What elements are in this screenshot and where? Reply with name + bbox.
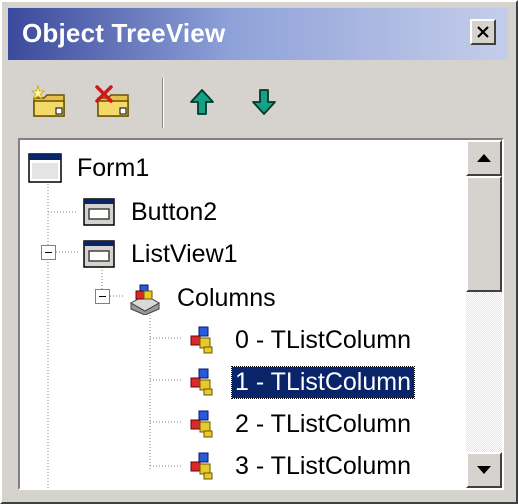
list-column-icon (190, 410, 213, 438)
scroll-up-button[interactable] (466, 140, 502, 176)
tree-node-label: ListView1 (131, 239, 238, 268)
form-icon (28, 153, 62, 183)
delete-item-button[interactable] (94, 82, 134, 122)
tree-node-listcolumn-1[interactable]: 1 - TListColumn (186, 362, 415, 402)
move-down-button[interactable] (244, 82, 284, 122)
tree-node-label: 1 - TListColumn (231, 365, 415, 399)
tree-node-listview1[interactable]: ListView1 (82, 234, 241, 274)
tree-node-form1[interactable]: Form1 (28, 148, 152, 188)
toolbar (8, 66, 508, 134)
tree-node-listcolumn-2[interactable]: 2 - TListColumn (186, 404, 414, 444)
collection-icon (129, 284, 161, 315)
tree-area: Form1 Button2 ListView1 Columns 0 - TLis… (20, 140, 468, 488)
component-icon (83, 198, 115, 226)
list-column-icon (190, 452, 213, 480)
tree-node-listcolumn-3[interactable]: 3 - TListColumn (186, 446, 414, 486)
tree-node-label: 2 - TListColumn (235, 409, 411, 438)
caret-up-icon (477, 154, 491, 162)
object-treeview-window: Object TreeView Form1 Button2 ListView1 … (0, 0, 518, 504)
vertical-scrollbar[interactable] (466, 140, 502, 488)
window-title: Object TreeView (22, 18, 226, 48)
arrow-up-icon (190, 89, 214, 115)
tree-node-listcolumn-0[interactable]: 0 - TListColumn (186, 320, 414, 360)
close-button[interactable] (470, 19, 496, 45)
folder-delete-icon (95, 85, 129, 117)
arrow-down-icon (252, 89, 276, 115)
tree-node-columns[interactable]: Columns (128, 278, 279, 318)
scroll-thumb[interactable] (466, 176, 502, 292)
component-icon (83, 240, 115, 268)
expander-columns[interactable] (95, 289, 110, 304)
tree-node-label: Form1 (77, 153, 150, 182)
new-item-button[interactable] (30, 82, 70, 122)
tree-view[interactable]: Form1 Button2 ListView1 Columns 0 - TLis… (18, 138, 504, 490)
list-column-icon (190, 368, 213, 396)
close-icon (477, 26, 489, 38)
tree-node-button2[interactable]: Button2 (82, 192, 220, 232)
tree-node-label: 3 - TListColumn (235, 451, 411, 480)
expander-listview1[interactable] (41, 245, 56, 260)
list-column-icon (190, 326, 213, 354)
move-up-button[interactable] (182, 82, 222, 122)
scroll-down-button[interactable] (466, 452, 502, 488)
tree-node-label: Columns (177, 283, 276, 312)
toolbar-separator (162, 78, 164, 128)
caret-down-icon (477, 466, 491, 474)
tree-node-label: Button2 (131, 197, 218, 226)
folder-new-icon (30, 84, 65, 117)
title-bar[interactable]: Object TreeView (8, 8, 508, 60)
tree-node-label: 0 - TListColumn (235, 325, 411, 354)
